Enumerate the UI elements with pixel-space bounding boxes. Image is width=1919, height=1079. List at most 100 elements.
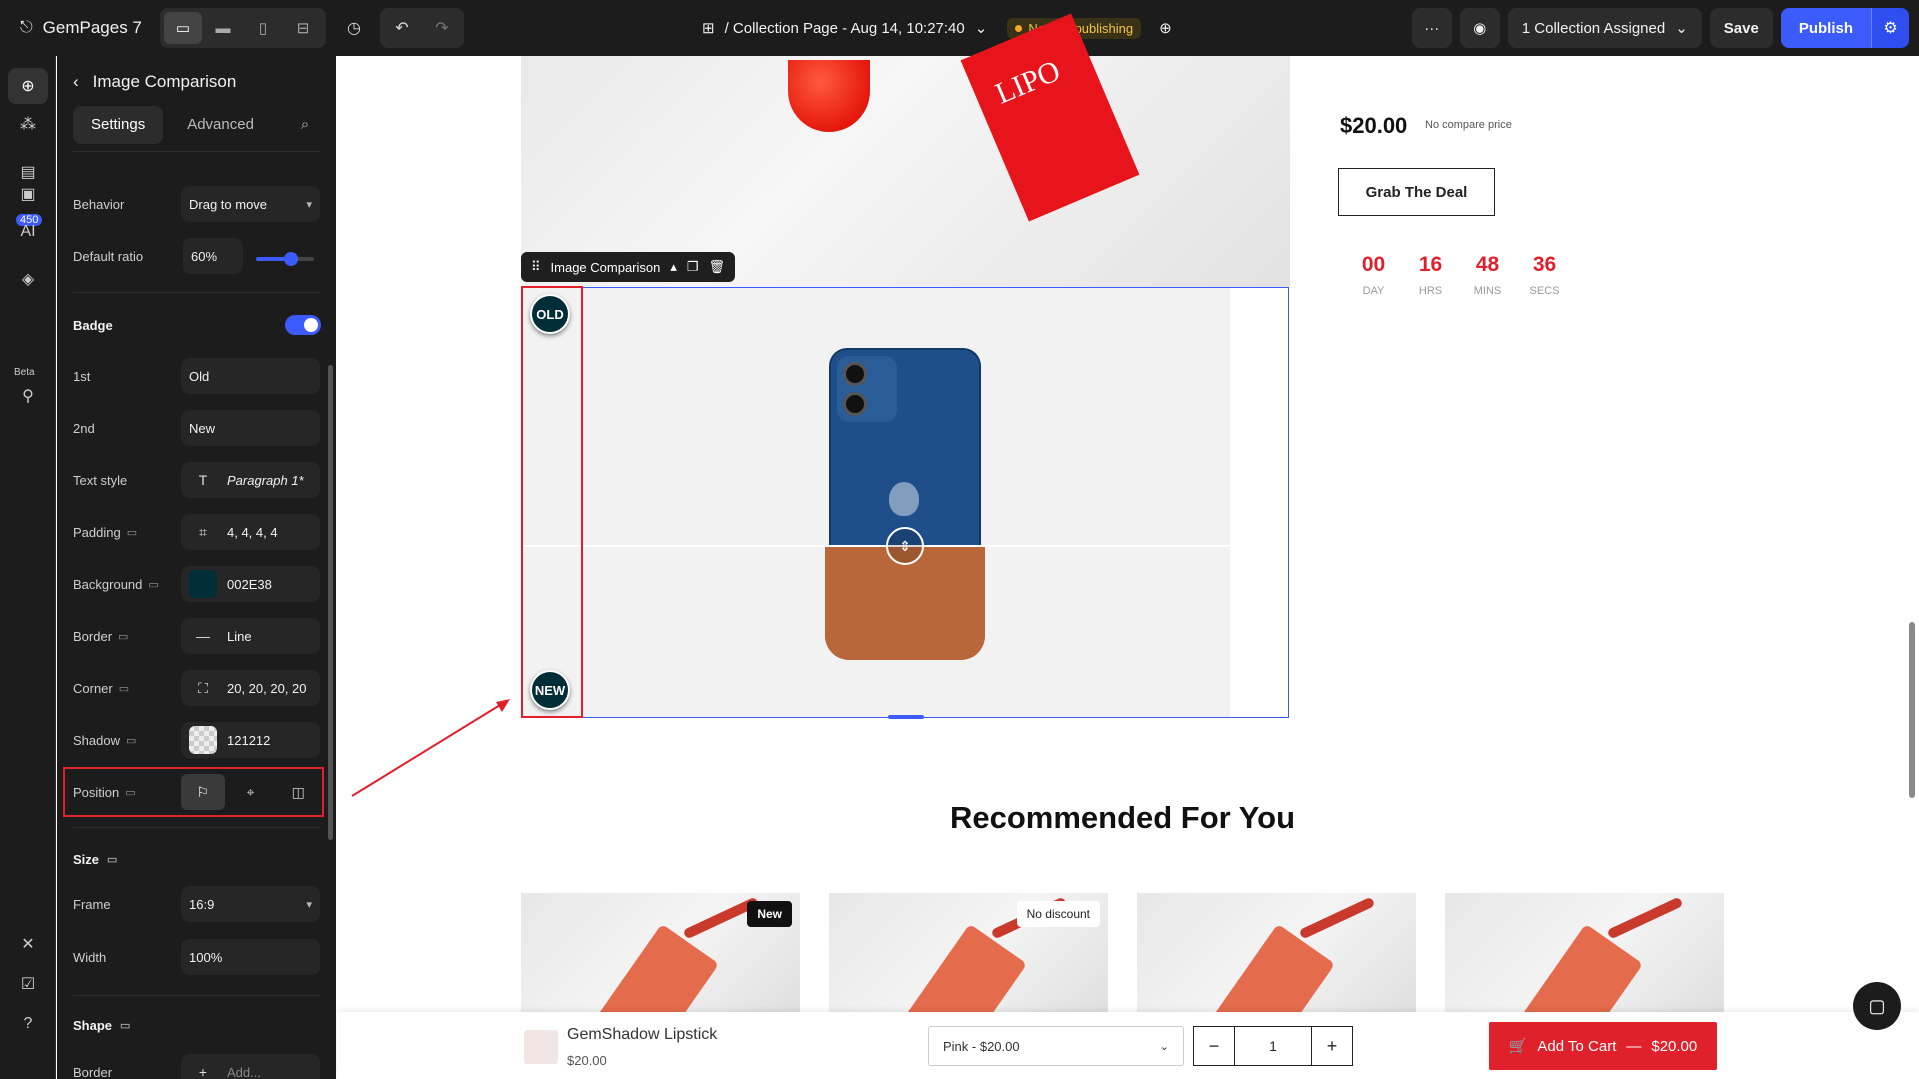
background-color-input[interactable]: 002E38 (181, 566, 320, 602)
collection-assigned-label: 1 Collection Assigned (1521, 19, 1666, 37)
product-card[interactable]: New (521, 893, 800, 1023)
badge-section-title: Badge (73, 318, 113, 333)
product-card[interactable]: No discount (829, 893, 1108, 1023)
desktop-icon[interactable]: ▭ (164, 12, 202, 44)
panel-scrollbar[interactable] (328, 365, 333, 840)
quantity-input[interactable]: 1 (1234, 1027, 1312, 1065)
resize-handle[interactable] (888, 715, 924, 719)
chevron-down-icon: ⌄ (1675, 20, 1688, 37)
comparison-selection-frame[interactable] (521, 287, 1289, 718)
components-icon[interactable]: ⁂ (8, 106, 48, 142)
default-ratio-input[interactable]: 60% (183, 238, 243, 274)
border-label: Border ▭ (73, 629, 181, 644)
library-icon[interactable]: ▣ (8, 176, 48, 212)
border-select[interactable]: — Line (181, 618, 320, 654)
chat-icon[interactable]: ▢ (1853, 982, 1901, 1030)
text-style-select[interactable]: T Paragraph 1* (181, 462, 320, 498)
preview-eye-icon[interactable]: ◉ (1459, 8, 1500, 48)
product-card[interactable] (1137, 893, 1416, 1023)
tab-settings[interactable]: Settings (73, 105, 164, 144)
undo-icon[interactable]: ↶ (382, 10, 422, 46)
shape-border-add[interactable]: + Add... (181, 1054, 320, 1079)
add-to-cart-button[interactable]: 🛒 Add To Cart — $20.00 (1489, 1022, 1717, 1070)
x-icon[interactable]: ✕ (8, 926, 48, 962)
behavior-select[interactable]: Drag to move ▾ (181, 186, 320, 222)
layers-icon[interactable]: ◈ (8, 261, 48, 297)
badge-1st-label: 1st (73, 368, 91, 384)
grab-the-deal-button[interactable]: Grab The Deal (1338, 168, 1495, 216)
globe-icon[interactable]: ⊕ (1159, 19, 1172, 37)
compare-price: No compare price (1425, 119, 1512, 131)
tablet-landscape-icon[interactable]: ▬ (204, 12, 242, 44)
slider-thumb[interactable] (283, 252, 298, 266)
checklist-icon[interactable]: ☑ (8, 966, 48, 1002)
lipstick-image (900, 923, 1028, 1023)
more-options-button[interactable]: ··· (1411, 8, 1452, 48)
page-title: / Collection Page - Aug 14, 10:27:40 (724, 19, 965, 37)
plus-button[interactable]: + (1312, 1027, 1352, 1065)
caret-up-icon[interactable]: ▴ (670, 259, 677, 275)
countdown-number: 00 (1361, 253, 1386, 276)
cart-icon: 🛒 (1508, 1038, 1528, 1055)
redo-icon[interactable]: ↷ (422, 10, 462, 46)
badge-1st-input[interactable]: Old (181, 358, 320, 394)
right-tools: ··· ◉ 1 Collection Assigned ⌄ Save Publi… (1411, 0, 1919, 56)
minus-button[interactable]: − (1194, 1027, 1234, 1065)
back-chevron-icon[interactable]: ‹ (73, 72, 79, 92)
padding-input[interactable]: ⌗ 4, 4, 4, 4 (181, 514, 320, 550)
monitor-icon: ▭ (120, 1020, 131, 1032)
theme-style-icon[interactable]: ⚲ (8, 378, 48, 414)
element-toolbar: ⠿ Image Comparison ▴ ❐ 🗑 (521, 252, 736, 282)
search-icon[interactable]: ⌕ (290, 116, 320, 133)
padding-icon: ⌗ (199, 523, 207, 540)
save-button[interactable]: Save (1709, 8, 1773, 48)
width-row: Width 100% (73, 938, 320, 976)
tab-advanced[interactable]: Advanced (169, 106, 272, 144)
cart-label: Add To Cart (1537, 1037, 1617, 1055)
badge-highlight-box (521, 286, 583, 718)
shadow-swatch[interactable] (189, 726, 217, 754)
frame-select[interactable]: 16:9 ▾ (181, 886, 320, 922)
badge-toggle[interactable] (285, 315, 321, 335)
width-input[interactable]: 100% (181, 939, 320, 975)
publish-button[interactable]: Publish (1780, 8, 1871, 48)
page-title-area[interactable]: ⊞ / Collection Page - Aug 14, 10:27:40 ⌄… (702, 0, 1172, 56)
element-toolbar-label[interactable]: Image Comparison (551, 260, 661, 275)
chevron-down-icon: ⌄ (1159, 1040, 1169, 1053)
background-label-text: Background (73, 576, 143, 592)
history-icon[interactable]: ◷ (334, 8, 374, 48)
monitor-icon: ▭ (148, 578, 159, 591)
monitor-icon: ▭ (126, 526, 138, 539)
gear-icon[interactable]: ⚙ (1871, 8, 1909, 48)
ai-icon[interactable]: AI (8, 214, 48, 250)
trash-icon[interactable]: 🗑 (709, 259, 726, 275)
add-element-icon[interactable]: ⊕ (8, 68, 48, 104)
annotation-arrow (351, 699, 510, 797)
status-dot (1015, 24, 1023, 32)
shape-border-label: Border (73, 1064, 113, 1079)
collection-assigned-dropdown[interactable]: 1 Collection Assigned ⌄ (1507, 8, 1702, 48)
drag-handle-icon[interactable]: ⠿ (531, 259, 541, 275)
exit-icon[interactable]: ⎋ (20, 19, 33, 37)
ratio-slider[interactable] (256, 252, 314, 266)
badge-2nd-input[interactable]: New (181, 410, 320, 446)
shape-border-row: Border + Add... (73, 1053, 320, 1079)
variant-select[interactable]: Pink - $20.00 ⌄ (928, 1026, 1184, 1066)
lipstick-image (1208, 923, 1336, 1023)
countdown-secs: 36 SECS (1516, 253, 1573, 297)
monitor-icon: ▭ (118, 630, 129, 643)
duplicate-icon[interactable]: ❐ (687, 259, 699, 275)
line-icon: — (196, 628, 210, 644)
lipstick-wand (1298, 896, 1376, 940)
layout-icon[interactable]: ⊟ (284, 12, 322, 44)
corner-row: Corner ▭ ⛶ 20, 20, 20, 20 (73, 669, 320, 707)
shadow-input[interactable]: 121212 (181, 722, 320, 758)
monitor-icon: ▭ (107, 854, 118, 866)
color-swatch[interactable] (189, 570, 217, 598)
help-icon[interactable]: ? (8, 1006, 48, 1042)
mobile-icon[interactable]: ▯ (244, 12, 282, 44)
product-card[interactable] (1445, 893, 1724, 1023)
sticky-product-name: GemShadow Lipstick (567, 1026, 718, 1043)
corner-input[interactable]: ⛶ 20, 20, 20, 20 (181, 670, 320, 706)
canvas-scrollbar[interactable] (1909, 622, 1915, 798)
